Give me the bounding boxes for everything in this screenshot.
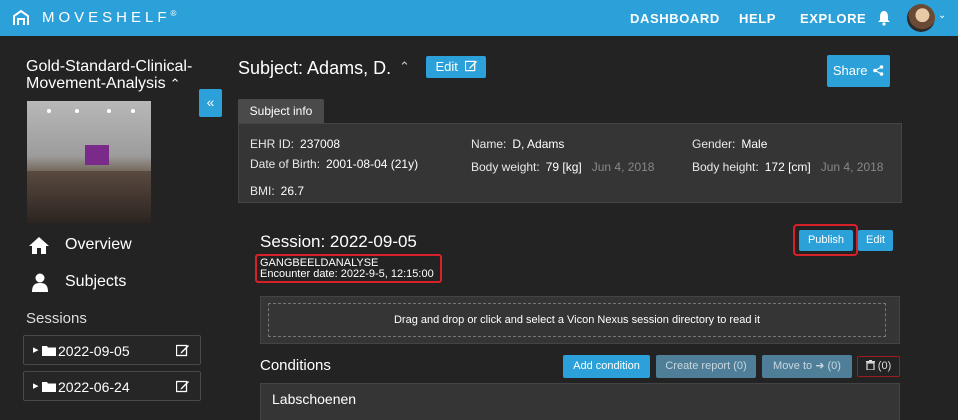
move-to-button[interactable]: Move to ➜ (0)	[762, 355, 852, 378]
dropzone[interactable]: Drag and drop or click and select a Vico…	[268, 303, 886, 337]
top-navbar: MOVESHELF® DASHBOARD HELP EXPLORE ⌄	[0, 0, 958, 36]
project-title[interactable]: Gold-Standard-Clinical-Movement-Analysis…	[26, 58, 206, 92]
session-date: 2022-06-24	[58, 379, 130, 395]
edit-subject-button[interactable]: Edit	[426, 56, 486, 78]
page-title: Subject: Adams, D.	[238, 58, 392, 78]
user-icon	[32, 273, 48, 292]
body-weight-field: Body weight: 79 [kg] Jun 4, 2018	[471, 160, 655, 174]
subject-info-panel: EHR ID: 237008 Date of Birth: 2001-08-04 (…	[238, 123, 902, 203]
nav-help[interactable]: HELP	[739, 11, 776, 26]
gender-field: Gender: Male	[692, 137, 768, 151]
folder-icon	[42, 346, 56, 356]
condition-card[interactable]: Labschoenen	[260, 383, 900, 420]
publish-button[interactable]: Publish	[799, 230, 853, 251]
sidebar-item-label: Overview	[65, 236, 132, 253]
session-item-2022-06-24[interactable]: ▸ 2022-06-24	[23, 371, 201, 401]
share-icon	[873, 65, 884, 76]
body-height-field: Body height: 172 [cm] Jun 4, 2018	[692, 160, 884, 174]
nav-explore[interactable]: EXPLORE	[800, 11, 866, 26]
trash-icon	[865, 360, 875, 371]
dropzone-panel: Drag and drop or click and select a Vico…	[260, 296, 900, 344]
sidebar-item-label: Subjects	[65, 273, 127, 290]
name-field: Name: D, Adams	[471, 137, 565, 151]
session-item-2022-09-05[interactable]: ▸ 2022-09-05	[23, 335, 201, 365]
create-report-button[interactable]: Create report (0)	[656, 355, 756, 378]
dob-field: Date of Birth: 2001-08-04 (21y)	[250, 157, 419, 171]
caret-right-icon[interactable]: ▸	[33, 379, 39, 392]
encounter-date: Encounter date: 2022-9-5, 12:15:00	[260, 268, 434, 280]
sessions-heading: Sessions	[26, 310, 87, 327]
bmi-field: BMI: 26.7	[250, 184, 305, 198]
edit-icon	[464, 60, 477, 72]
conditions-heading: Conditions	[260, 357, 331, 374]
condition-name: Labschoenen	[272, 391, 357, 407]
delete-button[interactable]: (0)	[857, 356, 900, 377]
project-thumbnail	[27, 101, 151, 223]
collapse-sidebar-button[interactable]: «	[199, 89, 222, 117]
edit-icon[interactable]	[176, 344, 189, 357]
chevron-down-icon[interactable]: ⌄	[938, 10, 946, 21]
chevron-up-icon[interactable]: ⌃	[399, 59, 410, 75]
nav-dashboard[interactable]: DASHBOARD	[630, 11, 720, 26]
session-date: 2022-09-05	[58, 343, 130, 359]
add-condition-button[interactable]: Add condition	[563, 355, 650, 378]
home-icon	[29, 237, 49, 254]
session-title: Session: 2022-09-05	[260, 232, 417, 251]
bell-icon[interactable]	[877, 10, 891, 26]
caret-right-icon[interactable]: ▸	[33, 343, 39, 356]
arrow-right-icon: ➜	[815, 360, 825, 372]
share-button[interactable]: Share	[827, 55, 890, 87]
folder-icon	[42, 382, 56, 392]
chevron-up-icon[interactable]: ⌃	[170, 75, 181, 92]
tab-subject-info[interactable]: Subject info	[238, 99, 324, 123]
brand-name[interactable]: MOVESHELF®	[42, 9, 176, 26]
ehr-id-field: EHR ID: 237008	[250, 137, 341, 151]
moveshelf-logo-icon[interactable]	[10, 7, 32, 29]
edit-icon[interactable]	[176, 380, 189, 393]
edit-session-button[interactable]: Edit	[858, 230, 893, 251]
avatar[interactable]	[907, 4, 935, 32]
